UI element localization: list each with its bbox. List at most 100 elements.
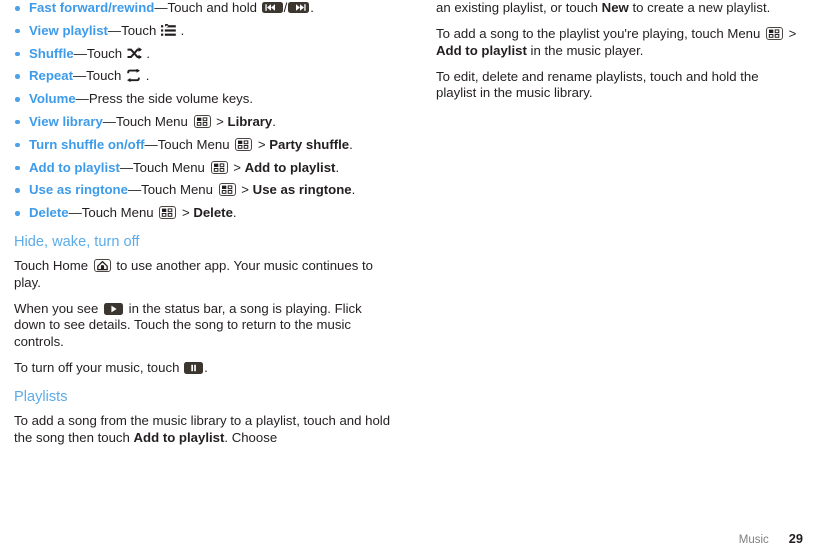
bullet-text: Press the side volume keys. xyxy=(88,91,254,107)
footer-page-number: 29 xyxy=(788,531,803,546)
bullet-text-mid: > xyxy=(229,159,245,175)
bullet-term: Add to playlist xyxy=(29,159,120,175)
paragraph-text: Touch Home xyxy=(14,258,92,274)
bold-target-add-to-playlist: Add to playlist xyxy=(133,429,225,445)
list-item: Shuffle—Touch . xyxy=(14,46,392,62)
bullet-text-tail: . xyxy=(142,45,151,61)
bullet-text-mid: > xyxy=(178,205,194,221)
list-item: View library—Touch Menu > Library. xyxy=(14,114,392,130)
icon-separator: / xyxy=(283,0,288,15)
bullet-term: Volume xyxy=(29,91,76,107)
bullet-text: Touch Menu xyxy=(133,159,209,175)
bullet-text-tail: . xyxy=(176,22,185,38)
bullet-text-tail: . xyxy=(142,68,150,84)
bold-target-add-to-playlist: Add to playlist xyxy=(436,42,527,58)
bullet-dash: — xyxy=(154,0,168,15)
bullet-bold-target: Party shuffle xyxy=(269,136,350,152)
bullet-dash: — xyxy=(144,136,158,152)
footer-chapter-label: Music xyxy=(738,534,769,546)
paragraph-continuation: an existing playlist, or touch New to cr… xyxy=(436,0,802,16)
list-item: Turn shuffle on/off—Touch Menu > Party s… xyxy=(14,137,392,153)
paragraph-add-song-to-current-playlist: To add a song to the playlist you're pla… xyxy=(436,26,802,59)
paragraph-text-tail: . Choose xyxy=(224,429,278,445)
bullet-term: Use as ringtone xyxy=(29,182,128,198)
menu-icon xyxy=(218,183,236,197)
bullet-dash: — xyxy=(107,22,122,38)
paragraph-text: To turn off your music, touch xyxy=(14,359,184,375)
bullet-term: Shuffle xyxy=(29,45,74,61)
list-item: Volume—Press the side volume keys. xyxy=(14,91,392,107)
list-item: Use as ringtone—Touch Menu > Use as ring… xyxy=(14,182,392,198)
section-heading-hide-wake-turn-off: Hide, wake, turn off xyxy=(14,234,140,251)
bullet-text-tail: . xyxy=(349,136,353,152)
bullet-text: Touch xyxy=(121,22,160,38)
menu-icon xyxy=(159,206,177,220)
list-item: Repeat—Touch . xyxy=(14,68,392,84)
bullet-dash: — xyxy=(73,45,87,61)
paragraph-turn-off-music: To turn off your music, touch . xyxy=(14,360,392,376)
bullet-bold-target: Add to playlist xyxy=(244,159,336,175)
bullet-bold-target: Delete xyxy=(193,205,233,221)
bullet-dash: — xyxy=(68,205,82,221)
bullet-text: Touch xyxy=(86,68,126,84)
home-icon xyxy=(93,259,111,273)
menu-icon xyxy=(210,160,228,174)
menu-icon xyxy=(193,114,211,128)
bullet-bold-target: Library xyxy=(227,113,273,129)
bullet-text-mid: > xyxy=(254,136,270,152)
bullet-term: View library xyxy=(29,113,103,129)
manual-page: Fast forward/rewind—Touch and hold /. Vi… xyxy=(0,0,817,556)
bullet-text-tail: . xyxy=(335,159,340,175)
bullet-text-tail: . xyxy=(232,205,237,221)
music-controls-list: Fast forward/rewind—Touch and hold /. Vi… xyxy=(14,0,392,221)
bold-target-new: New xyxy=(601,0,629,15)
bullet-text: Touch Menu xyxy=(157,136,234,152)
shuffle-icon xyxy=(127,46,142,60)
bullet-text: Touch Menu xyxy=(115,113,192,129)
menu-icon xyxy=(766,27,784,41)
left-column: Fast forward/rewind—Touch and hold /. Vi… xyxy=(0,0,400,456)
bullet-text-mid: > xyxy=(212,113,228,129)
play-status-icon xyxy=(103,303,123,316)
paragraph-status-bar: When you see in the status bar, a song i… xyxy=(14,301,392,350)
menu-icon xyxy=(235,137,253,151)
bullet-text: Touch Menu xyxy=(141,182,217,198)
bullet-term: View playlist xyxy=(29,22,108,38)
section-heading-playlists: Playlists xyxy=(14,389,68,406)
view-playlist-icon xyxy=(160,23,176,37)
bullet-dash: — xyxy=(75,91,89,107)
bullet-term: Fast forward/rewind xyxy=(29,0,155,15)
paragraph-text: an existing playlist, or touch xyxy=(436,0,602,15)
bullet-dash: — xyxy=(102,113,116,129)
paragraph-text-tail: to create a new playlist. xyxy=(628,0,771,15)
list-item: Delete—Touch Menu > Delete. xyxy=(14,205,392,221)
paragraph-text-tail: in the music player. xyxy=(526,42,644,58)
bullet-text-tail: . xyxy=(351,182,356,198)
bullet-text-mid: > xyxy=(237,182,253,198)
rewind-icon xyxy=(261,2,283,13)
paragraph-text: When you see xyxy=(14,301,102,317)
repeat-icon xyxy=(126,69,141,83)
bullet-text-tail: . xyxy=(272,113,276,129)
list-item: Fast forward/rewind—Touch and hold /. xyxy=(14,0,392,16)
paragraph-text-tail: . xyxy=(204,359,208,375)
pause-icon xyxy=(184,361,204,374)
bullet-term: Delete xyxy=(29,205,69,221)
bullet-text: Touch Menu xyxy=(81,205,158,221)
paragraph-edit-delete-rename: To edit, delete and rename playlists, to… xyxy=(436,68,759,101)
bullet-dash: — xyxy=(72,68,87,84)
paragraph-text: To add a song to the playlist you're pla… xyxy=(436,26,765,42)
bullet-dash: — xyxy=(127,182,142,198)
page-footer: Music 29 xyxy=(0,530,817,548)
list-item: Add to playlist—Touch Menu > Add to play… xyxy=(14,160,392,176)
bullet-text: Touch xyxy=(86,45,126,61)
right-column: an existing playlist, or touch New to cr… xyxy=(428,0,808,111)
paragraph-text-mid: > xyxy=(785,26,797,42)
fast-forward-icon xyxy=(288,2,310,13)
bullet-dash: — xyxy=(119,159,134,175)
paragraph-home-button: Touch Home to use another app. Your musi… xyxy=(14,258,392,291)
bullet-term: Turn shuffle on/off xyxy=(29,136,145,152)
paragraph-add-song-from-library: To add a song from the music library to … xyxy=(14,413,392,446)
list-item: View playlist—Touch . xyxy=(14,23,392,39)
bullet-term: Repeat xyxy=(29,68,73,84)
